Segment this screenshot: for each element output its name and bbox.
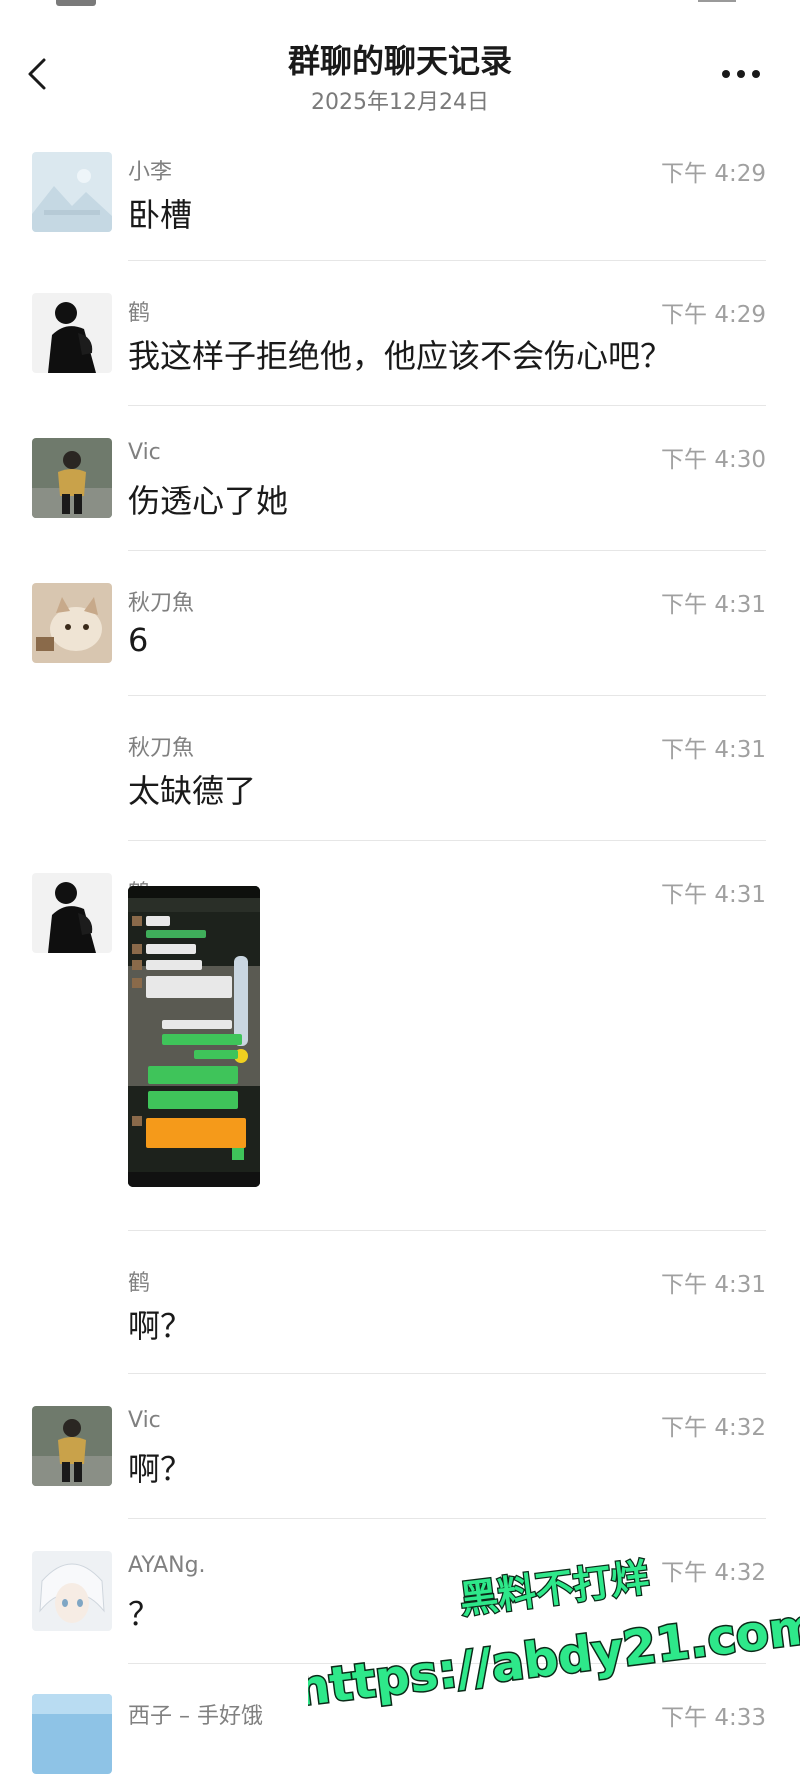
person-silhouette-icon <box>32 293 112 373</box>
more-horizontal-icon <box>722 70 760 78</box>
message-sender: Vic <box>128 440 161 465</box>
message-time: 下午 4:29 <box>661 161 766 187</box>
anime-character-avatar[interactable] <box>32 1551 112 1631</box>
message-text: 我这样子拒绝他，他应该不会伤心吧？ <box>128 337 673 375</box>
message-time: 下午 4:32 <box>661 1560 766 1586</box>
message-text: 伤透心了她 <box>128 482 289 520</box>
sky-photo-icon <box>32 1694 112 1774</box>
person-photo-avatar[interactable] <box>32 1406 112 1486</box>
message-text: 啊？ <box>128 1307 193 1345</box>
cat-photo-icon <box>32 583 112 663</box>
message-item[interactable]: 秋刀魚 下午 4:31 6 <box>0 551 800 696</box>
message-item[interactable]: 鹤 下午 4:29 我这样子拒绝他，他应该不会伤心吧？ <box>0 261 800 406</box>
message-item[interactable]: Vic 下午 4:30 伤透心了她 <box>0 406 800 551</box>
chat-screenshot-thumbnail-icon <box>128 886 260 1187</box>
cat-photo-avatar[interactable] <box>32 583 112 663</box>
message-item[interactable]: 小李 下午 4:29 卧槽 <box>0 146 800 261</box>
message-time: 下午 4:29 <box>661 302 766 328</box>
message-sender: 西子 – 手好饿 <box>128 1704 263 1729</box>
landscape-placeholder-icon <box>32 152 112 232</box>
message-sender: 秋刀魚 <box>128 591 195 616</box>
message-sender: Vic <box>128 1408 161 1433</box>
message-sender: 小李 <box>128 160 173 185</box>
message-time: 下午 4:32 <box>661 1415 766 1441</box>
message-item[interactable]: 秋刀魚 下午 4:31 太缺德了 <box>0 696 800 841</box>
page-subtitle-date: 2025年12月24日 <box>311 90 489 115</box>
message-text: 啊？ <box>128 1450 193 1488</box>
message-time: 下午 4:31 <box>661 592 766 618</box>
message-sender: 鹤 <box>128 1271 151 1296</box>
anime-character-icon <box>32 1551 112 1631</box>
chat-history-header: 群聊的聊天记录 2025年12月24日 <box>0 0 800 130</box>
person-photo-icon <box>32 1406 112 1486</box>
message-time: 下午 4:33 <box>661 1705 766 1731</box>
message-list: 小李 下午 4:29 卧槽 鹤 下午 4:29 我这样子拒绝他，他应该不会伤心吧… <box>0 146 800 1774</box>
message-text: 太缺德了 <box>128 772 257 810</box>
more-options-button[interactable] <box>718 62 764 86</box>
message-item[interactable]: 西子 – 手好饿 下午 4:33 <box>0 1664 800 1774</box>
message-item[interactable]: 鹤 下午 4:31 <box>0 841 800 1231</box>
person-dark-avatar[interactable] <box>32 293 112 373</box>
message-time: 下午 4:31 <box>661 882 766 908</box>
message-text: ？ <box>128 1595 161 1633</box>
sky-photo-avatar[interactable] <box>32 1694 112 1774</box>
message-time: 下午 4:31 <box>661 737 766 763</box>
message-item[interactable]: 鹤 下午 4:31 啊？ <box>0 1231 800 1374</box>
person-photo-icon <box>32 438 112 518</box>
message-item[interactable]: AYANg. 下午 4:32 ？ <box>0 1519 800 1664</box>
message-sender: AYANg. <box>128 1553 206 1578</box>
message-text: 卧槽 <box>128 196 193 234</box>
page-title: 群聊的聊天记录 <box>287 42 512 80</box>
message-item[interactable]: Vic 下午 4:32 啊？ <box>0 1374 800 1519</box>
person-photo-avatar[interactable] <box>32 438 112 518</box>
chat-screenshot-image[interactable] <box>128 886 260 1187</box>
message-time: 下午 4:30 <box>661 447 766 473</box>
person-dark-avatar[interactable] <box>32 873 112 953</box>
message-sender: 秋刀魚 <box>128 736 195 761</box>
message-sender: 鹤 <box>128 301 151 326</box>
person-silhouette-icon <box>32 873 112 953</box>
message-time: 下午 4:31 <box>661 1272 766 1298</box>
landscape-placeholder-avatar[interactable] <box>32 152 112 232</box>
message-text: 6 <box>128 621 149 659</box>
